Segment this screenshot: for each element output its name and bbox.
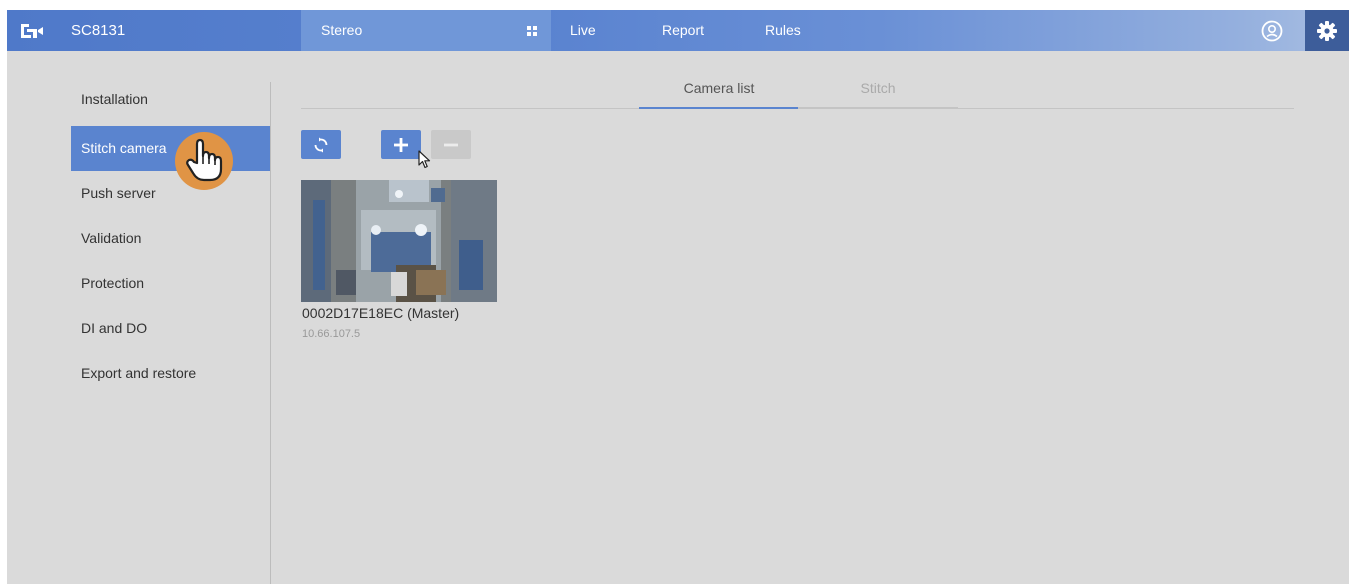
sidebar-item-validation[interactable]: Validation bbox=[71, 216, 270, 261]
camera-ip: 10.66.107.5 bbox=[302, 328, 361, 340]
refresh-icon bbox=[314, 137, 328, 153]
mouse-cursor-icon bbox=[418, 150, 431, 169]
remove-icon bbox=[444, 143, 458, 147]
tab-stitch[interactable]: Stitch bbox=[798, 74, 958, 109]
camera-snapshot-image bbox=[301, 180, 497, 302]
pointer-hand-icon bbox=[175, 132, 233, 190]
add-camera-button[interactable] bbox=[381, 130, 421, 159]
sidebar-item-installation[interactable]: Installation bbox=[71, 77, 270, 122]
remove-camera-button[interactable] bbox=[431, 130, 471, 159]
refresh-button[interactable] bbox=[301, 130, 341, 159]
sidebar-item-export-and-restore[interactable]: Export and restore bbox=[71, 351, 270, 396]
nav-rules[interactable]: Rules bbox=[765, 10, 801, 51]
camera-thumbnail[interactable] bbox=[301, 180, 497, 302]
top-bar: SC8131 Stereo Live Report Rules bbox=[7, 10, 1349, 51]
sidebar-item-stitch-camera[interactable]: Stitch camera bbox=[71, 126, 270, 171]
add-icon bbox=[394, 138, 408, 152]
grid-icon[interactable] bbox=[527, 26, 537, 36]
sidebar-item-di-and-do[interactable]: DI and DO bbox=[71, 306, 270, 351]
device-model: SC8131 bbox=[71, 22, 126, 39]
tab-camera-list[interactable]: Camera list bbox=[639, 74, 799, 109]
gear-icon bbox=[1317, 21, 1337, 41]
nav-live[interactable]: Live bbox=[570, 10, 596, 51]
sidebar-item-push-server[interactable]: Push server bbox=[71, 171, 270, 216]
sidebar: Installation Stitch camera Push server V… bbox=[7, 51, 271, 584]
sidebar-item-protection[interactable]: Protection bbox=[71, 261, 270, 306]
nav-report[interactable]: Report bbox=[662, 10, 704, 51]
sidebar-divider bbox=[270, 82, 271, 584]
stereo-label: Stereo bbox=[321, 22, 363, 38]
stereo-tab[interactable]: Stereo bbox=[301, 10, 551, 51]
camera-name: 0002D17E18EC (Master) bbox=[302, 305, 460, 321]
logo-icon[interactable] bbox=[19, 21, 45, 41]
settings-button[interactable] bbox=[1305, 10, 1349, 51]
app-window: SC8131 Stereo Live Report Rules Installa… bbox=[7, 10, 1349, 584]
user-icon[interactable] bbox=[1261, 20, 1283, 42]
